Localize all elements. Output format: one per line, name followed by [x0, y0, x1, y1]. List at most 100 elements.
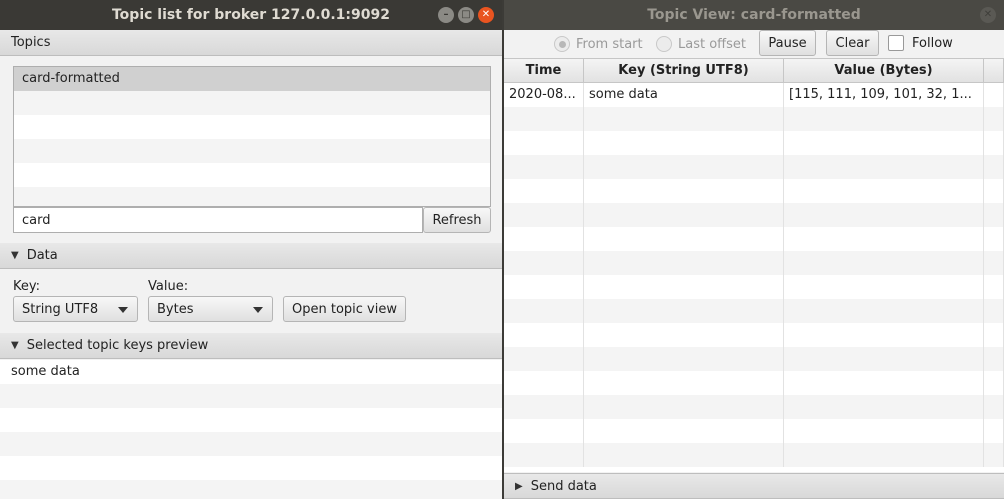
table-cell [584, 323, 784, 347]
value-format-select[interactable]: Bytes [148, 296, 273, 322]
clear-button[interactable]: Clear [826, 30, 879, 56]
close-icon[interactable]: ✕ [980, 7, 996, 23]
table-cell [784, 419, 984, 443]
last-offset-radio[interactable]: Last offset [656, 36, 746, 52]
table-row[interactable] [504, 131, 1004, 155]
table-body: 2020-08... some data [115, 111, 109, 101, … [504, 83, 1004, 467]
topic-list[interactable]: card-formatted [13, 66, 491, 207]
radio-dot-icon [656, 36, 672, 52]
minimize-icon[interactable]: – [438, 7, 454, 23]
table-cell [984, 83, 1004, 107]
column-header-key[interactable]: Key (String UTF8) [584, 59, 784, 82]
table-cell [784, 251, 984, 275]
table-row[interactable] [504, 443, 1004, 467]
key-format-select[interactable]: String UTF8 [13, 296, 138, 322]
pause-button[interactable]: Pause [759, 30, 816, 56]
list-item[interactable] [0, 432, 502, 456]
table-cell [784, 347, 984, 371]
open-topic-view-button[interactable]: Open topic view [283, 296, 406, 322]
list-item[interactable] [14, 163, 490, 187]
table-row[interactable] [504, 275, 1004, 299]
table-cell [584, 107, 784, 131]
refresh-button[interactable]: Refresh [423, 207, 491, 233]
table-cell [504, 299, 584, 323]
table-row[interactable] [504, 347, 1004, 371]
table-cell [584, 155, 784, 179]
topics-panel: card-formatted Refresh [0, 56, 502, 242]
table-row[interactable] [504, 107, 1004, 131]
checkbox-icon [888, 35, 904, 51]
table-cell [504, 131, 584, 155]
table-cell [584, 443, 784, 467]
table-cell [504, 419, 584, 443]
list-item[interactable] [0, 456, 502, 480]
topic-filter-input[interactable] [13, 207, 423, 233]
table-cell: some data [584, 83, 784, 107]
last-offset-label: Last offset [678, 36, 746, 52]
table-row[interactable] [504, 323, 1004, 347]
table-cell [784, 131, 984, 155]
table-row[interactable] [504, 299, 1004, 323]
table-row[interactable] [504, 227, 1004, 251]
table-row[interactable] [504, 419, 1004, 443]
table-cell [784, 275, 984, 299]
table-row[interactable] [504, 179, 1004, 203]
topic-view-window: Topic View: card-formatted ✕ From start … [504, 0, 1004, 499]
table-cell [984, 323, 1004, 347]
key-label: Key: [13, 279, 41, 294]
table-cell [784, 155, 984, 179]
table-cell [504, 155, 584, 179]
close-icon[interactable]: ✕ [478, 7, 494, 23]
from-start-radio[interactable]: From start [554, 36, 643, 52]
table-cell [784, 371, 984, 395]
table-cell [584, 371, 784, 395]
table-row[interactable] [504, 203, 1004, 227]
list-item[interactable] [0, 384, 502, 408]
list-item[interactable] [14, 187, 490, 206]
records-table[interactable]: Time Key (String UTF8) Value (Bytes) 202… [504, 58, 1004, 472]
table-row[interactable] [504, 251, 1004, 275]
table-cell [984, 107, 1004, 131]
table-row[interactable] [504, 371, 1004, 395]
collapse-triangle-icon: ▼ [11, 250, 19, 261]
table-cell [984, 179, 1004, 203]
table-row[interactable]: 2020-08... some data [115, 111, 109, 101, … [504, 83, 1004, 107]
list-item[interactable]: some data [0, 360, 502, 384]
table-cell [504, 323, 584, 347]
list-item[interactable] [14, 91, 490, 115]
table-cell [984, 203, 1004, 227]
table-cell [984, 395, 1004, 419]
table-cell [784, 227, 984, 251]
table-cell [584, 203, 784, 227]
maximize-icon[interactable]: □ [458, 7, 474, 23]
table-row[interactable] [504, 395, 1004, 419]
follow-checkbox[interactable]: Follow [888, 35, 953, 51]
list-item[interactable]: card-formatted [14, 67, 490, 91]
list-item[interactable] [0, 408, 502, 432]
list-item[interactable] [14, 115, 490, 139]
list-item[interactable] [0, 480, 502, 499]
data-section-header[interactable]: ▼ Data [0, 243, 502, 269]
table-cell [504, 395, 584, 419]
list-item[interactable] [14, 139, 490, 163]
table-cell [784, 299, 984, 323]
table-cell [984, 419, 1004, 443]
table-cell [784, 395, 984, 419]
table-cell [584, 251, 784, 275]
table-cell [504, 107, 584, 131]
title-bar: Topic View: card-formatted ✕ [504, 0, 1004, 30]
table-row[interactable] [504, 155, 1004, 179]
send-data-section-header[interactable]: ▶ Send data [504, 473, 1004, 499]
column-header-time[interactable]: Time [504, 59, 584, 82]
column-header-value[interactable]: Value (Bytes) [784, 59, 984, 82]
preview-section-header[interactable]: ▼ Selected topic keys preview [0, 333, 502, 359]
table-cell [984, 275, 1004, 299]
window-title: Topic View: card-formatted [647, 7, 861, 23]
keys-preview-list[interactable]: some data [0, 360, 502, 499]
table-cell [504, 179, 584, 203]
table-cell [984, 347, 1004, 371]
table-cell [504, 443, 584, 467]
expand-triangle-icon: ▶ [515, 480, 523, 492]
topics-header-label: Topics [11, 35, 51, 50]
follow-label: Follow [912, 35, 953, 51]
